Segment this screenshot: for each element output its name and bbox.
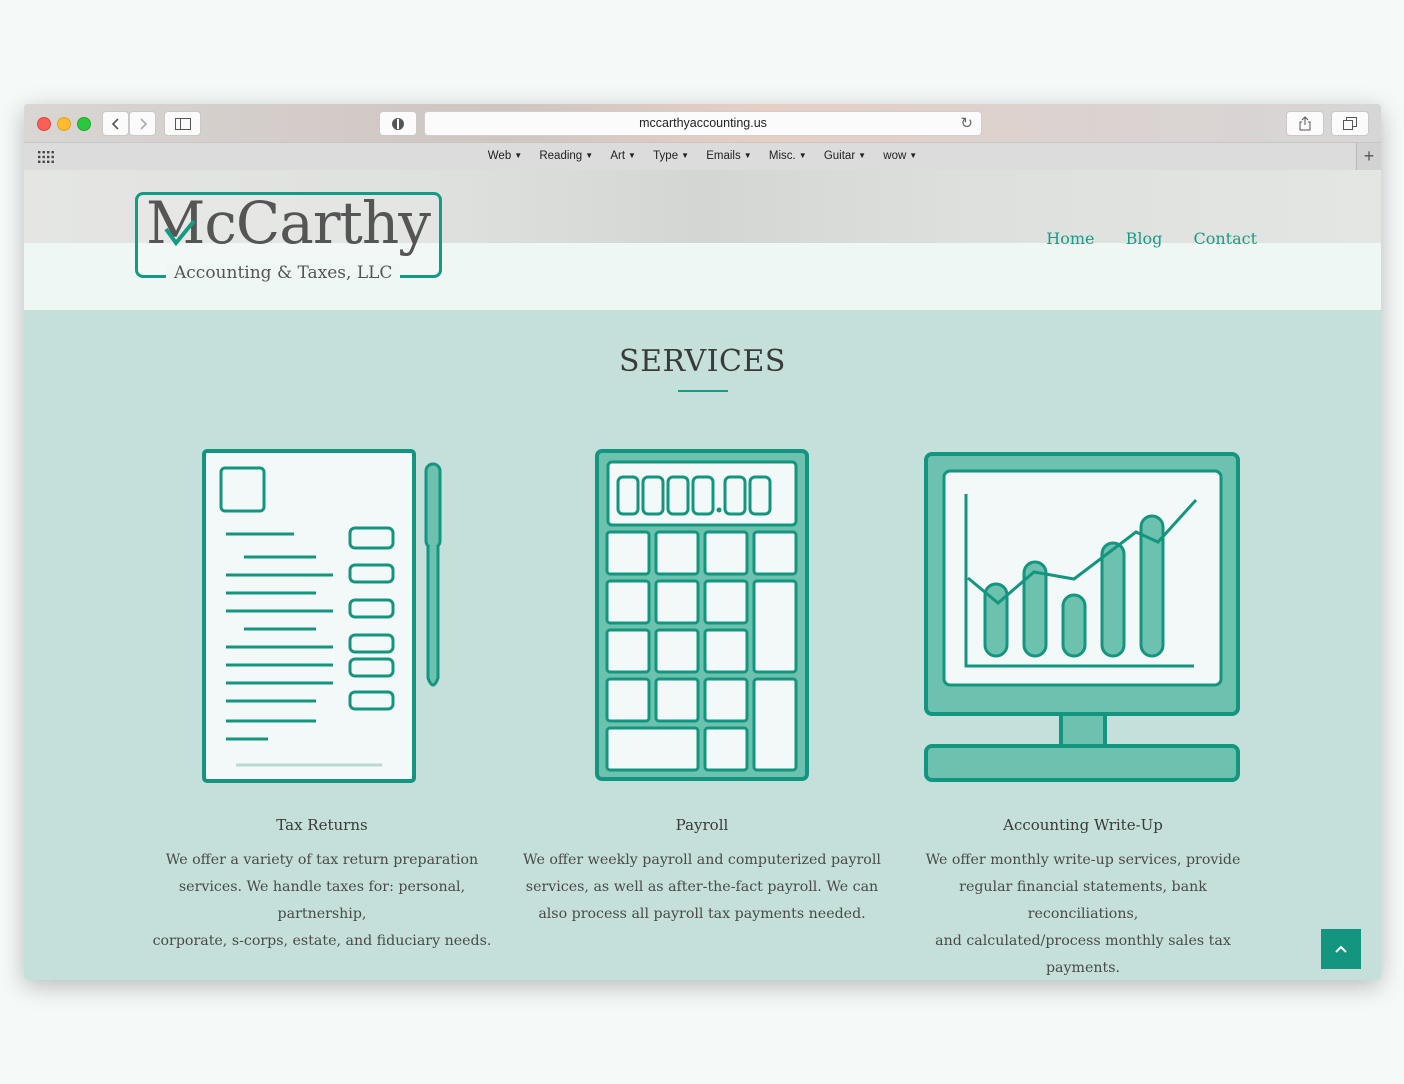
service-description-accounting-write-up: We offer monthly write-up services, prov…	[925, 852, 1241, 976]
close-window-button[interactable]	[37, 117, 51, 131]
service-title-tax-returns: Tax Returns	[276, 816, 368, 834]
bookmark-folder-misc[interactable]: Misc. ▼	[769, 150, 807, 162]
chevron-down-icon: ▼	[514, 151, 523, 160]
bookmark-folder-web[interactable]: Web ▼	[488, 150, 522, 162]
address-bar[interactable]: mccarthyaccounting.us ↻	[424, 111, 982, 136]
share-button[interactable]	[1286, 111, 1324, 136]
bookmark-folder-emails[interactable]: Emails ▼	[706, 150, 751, 162]
browser-window: mccarthyaccounting.us ↻ Web ▼ Reading ▼ Ar…	[24, 104, 1381, 980]
chevron-up-icon	[1335, 945, 1347, 953]
back-to-top-button[interactable]	[1321, 929, 1361, 969]
chevron-right-icon	[139, 117, 147, 130]
chevron-down-icon: ▼	[681, 151, 690, 160]
logo-tagline: Accounting & Taxes, LLC	[166, 263, 401, 283]
bookmark-folder-guitar[interactable]: Guitar ▼	[824, 150, 866, 162]
new-tab-button[interactable]: +	[1356, 143, 1381, 171]
heading-divider	[678, 390, 728, 392]
monitor-chart-icon	[924, 452, 1240, 782]
bookmark-folder-type[interactable]: Type ▼	[653, 150, 689, 162]
site-logo[interactable]: McCarthy Accounting & Taxes, LLC	[135, 189, 442, 283]
bookmarks-bar: Web ▼ Reading ▼ Art ▼ Type ▼ Emails ▼ Misc. ▼ …	[24, 142, 1381, 172]
privacy-report-button[interactable]	[379, 111, 417, 136]
chevron-down-icon: ▼	[858, 151, 867, 160]
reload-icon[interactable]: ↻	[960, 114, 973, 132]
sidebar-toggle-button[interactable]	[164, 111, 201, 136]
bookmark-folder-reading[interactable]: Reading ▼	[539, 150, 593, 162]
main-navigation: Home Blog Contact	[1020, 229, 1257, 248]
tabs-icon	[1343, 117, 1357, 130]
chevron-down-icon: ▼	[909, 151, 918, 160]
chevron-down-icon: ▼	[798, 151, 807, 160]
service-title-accounting-write-up: Accounting Write-Up	[1003, 816, 1163, 834]
url-text: mccarthyaccounting.us	[639, 116, 767, 130]
site-header: McCarthy Accounting & Taxes, LLC Home Bl…	[24, 170, 1381, 310]
nav-home[interactable]: Home	[1046, 229, 1094, 248]
service-title-payroll: Payroll	[675, 816, 729, 834]
service-description-payroll: We offer weekly payroll and computerized…	[523, 852, 881, 922]
shield-icon	[392, 117, 404, 130]
sidebar-icon	[174, 117, 191, 130]
browser-toolbar: mccarthyaccounting.us ↻	[24, 104, 1381, 142]
zoom-window-button[interactable]	[77, 117, 91, 131]
chevron-left-icon	[111, 117, 119, 130]
chevron-down-icon: ▼	[743, 151, 752, 160]
calculator-icon	[595, 449, 809, 781]
minimize-window-button[interactable]	[57, 117, 71, 131]
tabs-overview-button[interactable]	[1331, 111, 1369, 136]
forward-button[interactable]	[129, 111, 156, 136]
chevron-down-icon: ▼	[628, 151, 636, 160]
bookmark-folder-wow[interactable]: wow ▼	[883, 150, 917, 162]
nav-contact[interactable]: Contact	[1193, 229, 1257, 248]
service-description-tax-returns: We offer a variety of tax return prepara…	[152, 852, 492, 949]
nav-blog[interactable]: Blog	[1126, 229, 1163, 248]
plus-icon: +	[1363, 146, 1375, 166]
bookmark-folder-art[interactable]: Art ▼	[610, 150, 636, 162]
chevron-down-icon: ▼	[585, 151, 594, 160]
services-heading: SERVICES	[619, 344, 786, 379]
checkmark-icon	[164, 219, 196, 247]
share-icon	[1299, 116, 1311, 131]
back-button[interactable]	[102, 111, 129, 136]
tax-document-icon	[202, 449, 442, 783]
